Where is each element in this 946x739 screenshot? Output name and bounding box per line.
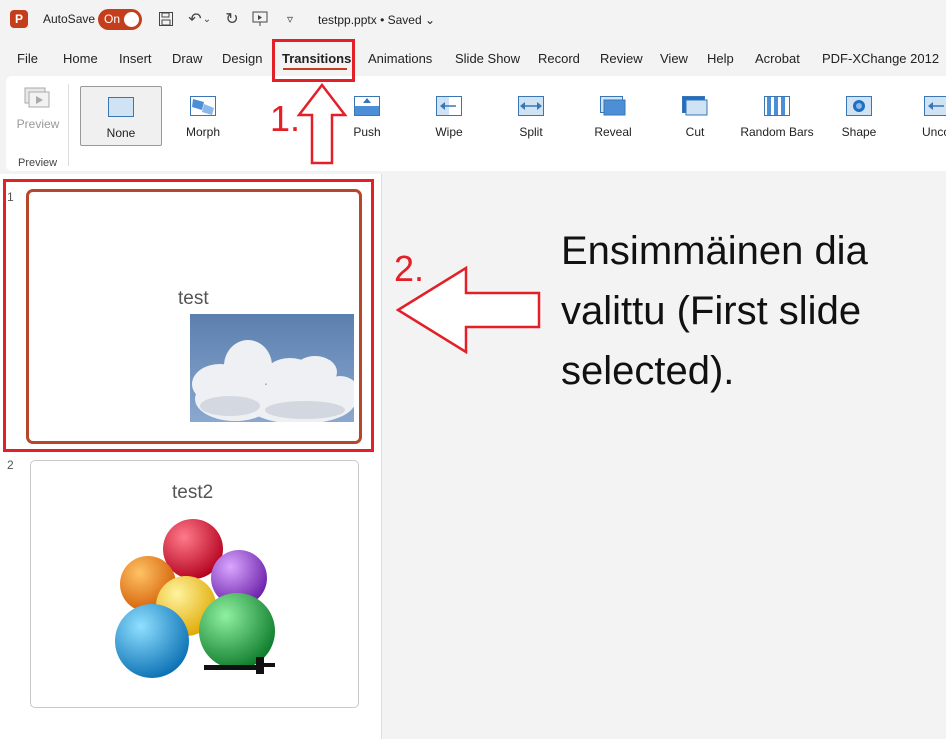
transition-cut[interactable]: Cut xyxy=(655,86,735,144)
left-arrow-annotation xyxy=(396,266,541,354)
up-arrow-annotation xyxy=(296,83,348,165)
tab-help[interactable]: Help xyxy=(707,51,734,66)
save-icon[interactable] xyxy=(156,9,176,29)
clouds-image xyxy=(190,314,354,422)
annotation-line-1: Ensimmäinen dia xyxy=(561,229,868,273)
tab-acrobat[interactable]: Acrobat xyxy=(755,51,800,66)
slide-1-title: test xyxy=(178,288,209,309)
transition-reveal-label: Reveal xyxy=(594,125,632,139)
transition-wipe-label: Wipe xyxy=(435,125,463,139)
annotation-line-2: valittu (First slide xyxy=(561,289,862,333)
transition-morph-label: Morph xyxy=(185,125,220,139)
transition-morph[interactable]: Morph xyxy=(163,86,243,144)
morph-transition-icon xyxy=(190,96,216,116)
tab-animations[interactable]: Animations xyxy=(368,51,432,66)
powerpoint-logo-icon[interactable]: P xyxy=(10,10,28,28)
autosave-label: AutoSave xyxy=(43,12,96,26)
tab-draw[interactable]: Draw xyxy=(172,51,202,66)
redo-icon[interactable]: ↻ xyxy=(222,9,242,29)
slide-2-title: test2 xyxy=(172,482,214,503)
transition-uncover[interactable]: Unco xyxy=(896,86,946,144)
uncover-transition-icon xyxy=(924,96,946,116)
tab-home[interactable]: Home xyxy=(63,51,98,66)
tab-design[interactable]: Design xyxy=(222,51,262,66)
tab-review[interactable]: Review xyxy=(600,51,643,66)
push-transition-icon xyxy=(354,96,380,116)
transition-cut-label: Cut xyxy=(685,125,705,139)
filename: testpp.pptx xyxy=(318,13,377,27)
random-bars-transition-icon xyxy=(764,96,790,116)
tab-pdf-xchange[interactable]: PDF-XChange 2012 xyxy=(822,51,939,66)
transition-random-bars-label: Random Bars xyxy=(740,125,814,139)
tab-insert[interactable]: Insert xyxy=(119,51,152,66)
transition-random-bars[interactable]: Random Bars xyxy=(737,86,817,144)
colored-balls-image xyxy=(115,519,275,678)
transition-wipe[interactable]: Wipe xyxy=(409,86,489,144)
save-status: Saved xyxy=(387,13,422,27)
preview-group-label: Preview xyxy=(18,157,58,169)
transition-split[interactable]: Split xyxy=(491,86,571,144)
autosave-toggle[interactable]: On xyxy=(98,9,142,30)
transition-shape-label: Shape xyxy=(841,125,877,139)
title-separator: • xyxy=(380,13,385,27)
chevron-down-icon: ⌄ xyxy=(424,13,436,27)
document-title[interactable]: testpp.pptx • Saved ⌄ xyxy=(318,13,435,27)
preview-label: Preview xyxy=(16,117,60,131)
preview-icon xyxy=(24,87,50,108)
slide-thumbnail-2[interactable]: test2 xyxy=(30,460,359,708)
wipe-transition-icon xyxy=(436,96,462,116)
toggle-knob xyxy=(124,12,139,27)
reveal-transition-icon xyxy=(600,96,626,116)
tab-slide-show[interactable]: Slide Show xyxy=(455,51,520,66)
preview-button[interactable]: Preview xyxy=(14,86,62,136)
none-transition-icon xyxy=(108,97,134,117)
transition-reveal[interactable]: Reveal xyxy=(573,86,653,144)
customize-toolbar-icon[interactable]: ▿ xyxy=(280,9,300,29)
undo-dropdown-icon[interactable]: ⌄ xyxy=(202,9,212,29)
autosave-toggle-text: On xyxy=(104,12,121,26)
cut-transition-icon xyxy=(682,96,708,116)
tab-record[interactable]: Record xyxy=(538,51,580,66)
slide-thumbnail-1[interactable]: test xyxy=(26,189,362,444)
slide-number-2: 2 xyxy=(7,458,14,472)
transition-split-label: Split xyxy=(519,125,543,139)
shape-transition-icon xyxy=(846,96,872,116)
split-transition-icon xyxy=(518,96,544,116)
annotation-line-3: selected). xyxy=(561,349,735,393)
tab-file[interactable]: File xyxy=(17,51,38,66)
step-1-label: 1. xyxy=(270,98,301,139)
transition-uncover-label: Unco xyxy=(922,125,946,139)
transition-none-label: None xyxy=(106,126,136,140)
present-from-beginning-icon[interactable] xyxy=(250,9,270,29)
tab-view[interactable]: View xyxy=(660,51,688,66)
group-separator xyxy=(68,84,69,166)
ribbon-tabs: File Home Insert Draw Design Transitions… xyxy=(0,40,946,76)
transition-shape[interactable]: Shape xyxy=(819,86,899,144)
transitions-tab-highlight xyxy=(272,39,355,82)
transition-none[interactable]: None xyxy=(80,86,162,146)
